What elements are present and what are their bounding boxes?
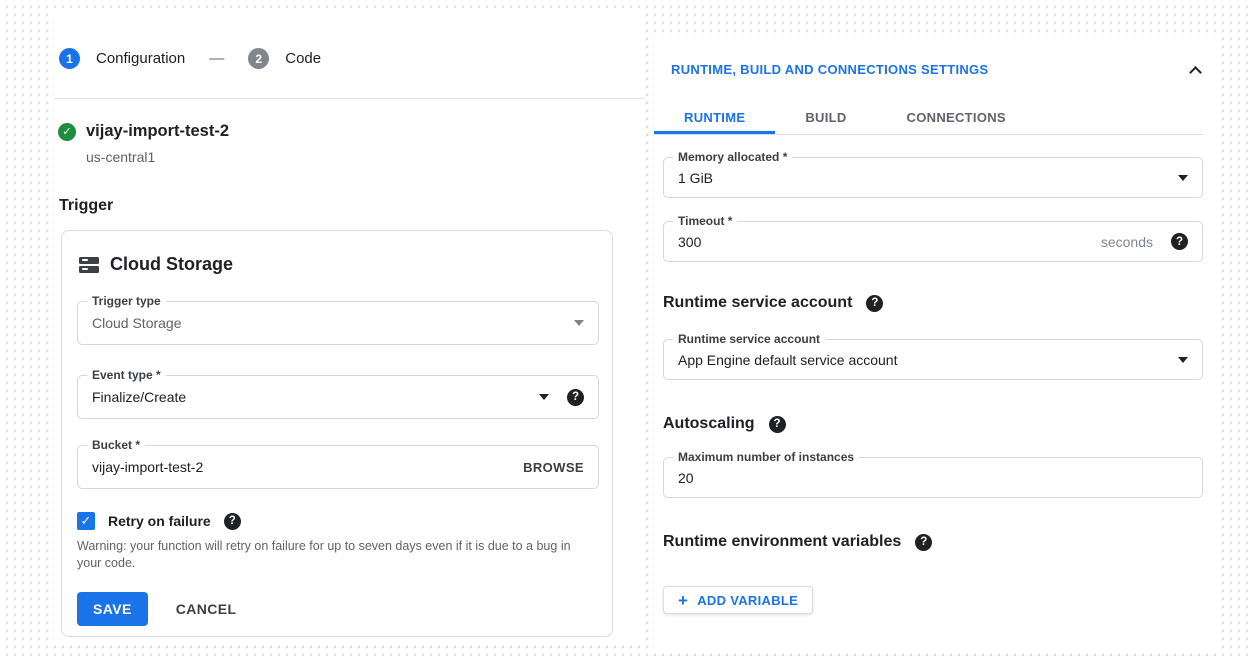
- function-config-panel: 1 Configuration — 2 Code ✓ vijay-import-…: [54, 10, 643, 645]
- stepper-divider: [54, 98, 643, 99]
- max-instances-label: Maximum number of instances: [673, 450, 859, 464]
- event-type-label: Event type *: [87, 368, 166, 382]
- service-account-value: App Engine default service account: [678, 352, 897, 368]
- add-variable-label: ADD VARIABLE: [697, 593, 798, 608]
- env-vars-heading: Runtime environment variables: [663, 533, 901, 551]
- page-background: 1 Configuration — 2 Code ✓ vijay-import-…: [0, 0, 1252, 658]
- timeout-value: 300: [678, 234, 701, 250]
- autoscaling-section: Autoscaling ?: [663, 415, 786, 433]
- event-type-value: Finalize/Create: [92, 389, 186, 405]
- autoscaling-heading: Autoscaling: [663, 415, 755, 433]
- env-vars-section: Runtime environment variables ?: [663, 533, 932, 551]
- dropdown-caret-icon: [1178, 175, 1188, 181]
- step-2-circle[interactable]: 2: [248, 48, 269, 69]
- settings-expander[interactable]: RUNTIME, BUILD AND CONNECTIONS SETTINGS: [671, 62, 1200, 77]
- tab-connections[interactable]: CONNECTIONS: [877, 100, 1036, 134]
- step-1-circle[interactable]: 1: [59, 48, 80, 69]
- memory-allocated-select[interactable]: Memory allocated * 1 GiB: [663, 157, 1203, 198]
- service-account-help-icon[interactable]: ?: [866, 295, 883, 312]
- max-instances-value: 20: [678, 470, 694, 486]
- trigger-section-heading: Trigger: [59, 197, 113, 215]
- step-1-label[interactable]: Configuration: [96, 50, 185, 67]
- event-type-select[interactable]: Event type * Finalize/Create ?: [77, 375, 599, 419]
- function-header: ✓ vijay-import-test-2: [58, 122, 229, 141]
- chevron-up-icon[interactable]: [1189, 66, 1202, 79]
- save-button[interactable]: SAVE: [77, 592, 148, 626]
- service-account-label: Runtime service account: [673, 332, 825, 346]
- tab-runtime[interactable]: RUNTIME: [654, 100, 775, 134]
- bucket-value: vijay-import-test-2: [92, 459, 203, 475]
- dropdown-caret-icon: [574, 320, 584, 326]
- retry-checkbox[interactable]: ✓: [77, 512, 95, 530]
- retry-checkbox-row: ✓ Retry on failure ?: [77, 512, 241, 530]
- trigger-card-title-row: Cloud Storage: [79, 254, 233, 275]
- memory-allocated-value: 1 GiB: [678, 170, 713, 186]
- memory-allocated-label: Memory allocated *: [673, 150, 792, 164]
- trigger-card-title: Cloud Storage: [110, 254, 233, 275]
- timeout-unit: seconds: [1101, 234, 1153, 250]
- bucket-input[interactable]: Bucket * vijay-import-test-2 BROWSE: [77, 445, 599, 489]
- cancel-button[interactable]: CANCEL: [176, 601, 237, 617]
- function-name: vijay-import-test-2: [86, 122, 229, 141]
- runtime-settings-panel: RUNTIME, BUILD AND CONNECTIONS SETTINGS …: [654, 38, 1220, 650]
- trigger-type-value: Cloud Storage: [92, 315, 182, 331]
- service-account-heading: Runtime service account: [663, 294, 852, 312]
- stepper: 1 Configuration — 2 Code: [59, 48, 321, 69]
- bucket-label: Bucket *: [87, 438, 145, 452]
- dropdown-caret-icon: [1178, 357, 1188, 363]
- add-variable-button[interactable]: + ADD VARIABLE: [663, 586, 813, 614]
- settings-expander-title: RUNTIME, BUILD AND CONNECTIONS SETTINGS: [671, 62, 988, 77]
- cloud-storage-icon: [79, 257, 99, 273]
- service-account-section: Runtime service account ?: [663, 294, 883, 312]
- autoscaling-help-icon[interactable]: ?: [769, 416, 786, 433]
- dropdown-caret-icon: [539, 394, 549, 400]
- retry-checkbox-label: Retry on failure: [108, 513, 211, 529]
- timeout-input[interactable]: Timeout * 300 seconds ?: [663, 221, 1203, 262]
- timeout-help-icon[interactable]: ?: [1171, 233, 1188, 250]
- timeout-label: Timeout *: [673, 214, 737, 228]
- step-2-label[interactable]: Code: [285, 50, 321, 67]
- trigger-card: Cloud Storage Trigger type Cloud Storage…: [61, 230, 613, 637]
- plus-icon: +: [678, 592, 688, 609]
- function-region: us-central1: [86, 149, 155, 165]
- tab-build[interactable]: BUILD: [775, 100, 876, 134]
- max-instances-input[interactable]: Maximum number of instances 20: [663, 457, 1203, 498]
- success-check-icon: ✓: [58, 123, 76, 141]
- browse-button[interactable]: BROWSE: [523, 460, 584, 475]
- trigger-actions: SAVE CANCEL: [77, 592, 236, 626]
- retry-help-icon[interactable]: ?: [224, 513, 241, 530]
- retry-warning-text: Warning: your function will retry on fai…: [77, 538, 593, 572]
- event-type-help-icon[interactable]: ?: [567, 389, 584, 406]
- trigger-type-select[interactable]: Trigger type Cloud Storage: [77, 301, 599, 345]
- settings-tabs: RUNTIME BUILD CONNECTIONS: [654, 100, 1203, 135]
- service-account-select[interactable]: Runtime service account App Engine defau…: [663, 339, 1203, 380]
- env-vars-help-icon[interactable]: ?: [915, 534, 932, 551]
- step-separator: —: [209, 50, 224, 67]
- trigger-type-label: Trigger type: [87, 294, 166, 308]
